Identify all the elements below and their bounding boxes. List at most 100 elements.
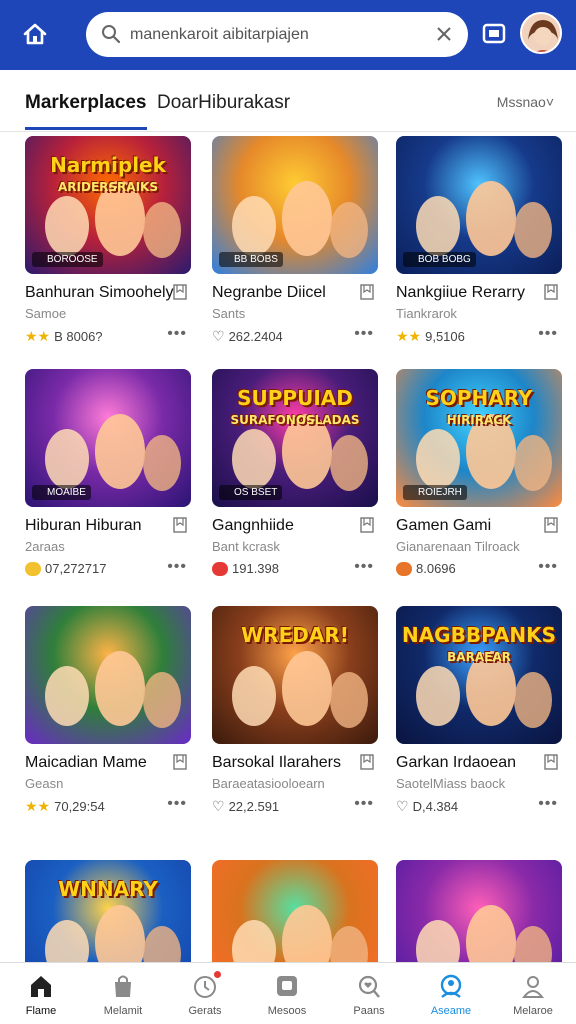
nav-label: Mesoos	[267, 1005, 307, 1017]
character-figure	[514, 672, 552, 728]
tab-entertainment[interactable]: DoarHiburakasr	[157, 92, 290, 114]
card-title[interactable]: Gangnhiide	[212, 517, 294, 535]
game-thumbnail[interactable]: MOAIBE	[25, 369, 191, 507]
nav-marketplace[interactable]: Melamit	[82, 963, 164, 1024]
nav-home[interactable]: Flame	[0, 963, 82, 1024]
star-icon: ★★	[25, 798, 51, 814]
sort-dropdown[interactable]: Mssnao˅	[497, 94, 554, 110]
character-figure	[45, 429, 89, 489]
character-figure	[330, 435, 368, 491]
thumbnail-badge: BOROOSE	[32, 252, 103, 267]
more-options-icon[interactable]: •••	[167, 325, 187, 343]
card-rating: ★★ 9,5106	[396, 328, 465, 345]
game-card[interactable]: SUPPUIAD SURAFONOSLADAS OS BSET Gangnhii…	[212, 369, 378, 576]
game-card[interactable]: BB BOBS Negranbe Diicel Sants ♡ 262.2404 …	[212, 136, 378, 344]
cast-icon[interactable]	[480, 20, 508, 48]
character-figure	[330, 202, 368, 258]
thumbnail-badge: BB BOBS	[219, 252, 283, 267]
nav-community[interactable]: Aseame	[410, 963, 492, 1024]
character-figure	[416, 666, 460, 726]
game-thumbnail[interactable]: SOPHARY HIRIRACK ROIEJRH	[396, 369, 562, 507]
game-card[interactable]: BOB BOBG Nankgiiue Rerarry Tiankrarok ★★…	[396, 136, 562, 344]
clear-search-icon[interactable]	[434, 24, 454, 44]
card-title[interactable]: Garkan Irdaoean	[396, 754, 516, 772]
game-thumbnail[interactable]: BOB BOBG	[396, 136, 562, 274]
more-options-icon[interactable]: •••	[167, 558, 187, 576]
game-thumbnail[interactable]	[25, 606, 191, 744]
rating-value: 07,272717	[45, 561, 107, 576]
rating-value: 70,29:54	[54, 799, 105, 814]
message-icon	[277, 976, 297, 996]
user-avatar[interactable]	[520, 12, 562, 54]
game-thumbnail[interactable]: WREDAR!	[212, 606, 378, 744]
card-subtitle: Tiankrarok	[396, 306, 457, 321]
bookmark-icon[interactable]	[173, 517, 187, 533]
thumbnail-title: WNNARY	[58, 877, 158, 901]
more-options-icon[interactable]: •••	[354, 558, 374, 576]
character-figure	[143, 202, 181, 258]
more-options-icon[interactable]: •••	[354, 325, 374, 343]
heart-icon: ♡	[396, 798, 409, 814]
card-title[interactable]: Negranbe Diicel	[212, 284, 326, 302]
search-input[interactable]	[130, 20, 420, 49]
bookmark-icon[interactable]	[360, 284, 374, 300]
card-rating: 07,272717	[25, 561, 106, 576]
more-options-icon[interactable]: •••	[538, 795, 558, 813]
bookmark-icon[interactable]	[544, 754, 558, 770]
profile-icon	[521, 976, 545, 998]
game-card[interactable]: NAGBBPANKS BARAEAR Garkan Irdaoean Saote…	[396, 606, 562, 814]
game-card[interactable]: Narmiplek ARIDERSRAIKS BOROOSE Banhuran …	[25, 136, 191, 344]
character-figure	[143, 435, 181, 491]
game-thumbnail[interactable]: BB BOBS	[212, 136, 378, 274]
character-figure	[232, 429, 276, 489]
bookmark-icon[interactable]	[173, 754, 187, 770]
card-subtitle: Baraeatasiooloearn	[212, 776, 325, 791]
character-figure	[232, 196, 276, 256]
game-card[interactable]: SOPHARY HIRIRACK ROIEJRH Gamen Gami Gian…	[396, 369, 562, 576]
bookmark-icon[interactable]	[544, 517, 558, 533]
tab-marketplaces[interactable]: Markerplaces	[25, 92, 146, 114]
top-app-bar	[0, 0, 576, 70]
card-title[interactable]: Hiburan Hiburan	[25, 517, 142, 535]
nav-profile[interactable]: Melaroe	[492, 963, 574, 1024]
game-thumbnail[interactable]: NAGBBPANKS BARAEAR	[396, 606, 562, 744]
card-title[interactable]: Banhuran Simoohely	[25, 284, 174, 302]
card-subtitle: Samoe	[25, 306, 67, 321]
nav-messages[interactable]: Mesoos	[246, 963, 328, 1024]
game-thumbnail[interactable]: Narmiplek ARIDERSRAIKS BOROOSE	[25, 136, 191, 274]
card-subtitle: Gianarenaan Tilroack	[396, 539, 520, 554]
nav-search[interactable]: Paans	[328, 963, 410, 1024]
home-button[interactable]	[18, 17, 52, 51]
game-card[interactable]: MOAIBE Hiburan Hiburan 2araas 07,272717 …	[25, 369, 191, 576]
more-options-icon[interactable]: •••	[167, 795, 187, 813]
bookmark-icon[interactable]	[173, 284, 187, 300]
avatar-image	[522, 14, 560, 52]
search-heart-icon	[358, 975, 380, 998]
search-icon	[102, 25, 121, 44]
nav-label: Melaroe	[513, 1005, 553, 1017]
more-options-icon[interactable]: •••	[354, 795, 374, 813]
bookmark-icon[interactable]	[360, 517, 374, 533]
game-thumbnail[interactable]: SUPPUIAD SURAFONOSLADAS OS BSET	[212, 369, 378, 507]
rating-value: D,4.384	[412, 799, 459, 814]
game-card[interactable]: Maicadian Mame Geasn ★★ 70,29:54 •••	[25, 606, 191, 814]
more-options-icon[interactable]: •••	[538, 558, 558, 576]
game-card[interactable]: WREDAR! Barsokal Ilarahers Baraeatasiool…	[212, 606, 378, 814]
bookmark-icon[interactable]	[544, 284, 558, 300]
card-subtitle: SaotelMiass baock	[396, 776, 506, 791]
nav-activity[interactable]: Gerats	[164, 963, 246, 1024]
star-icon: ★★	[396, 328, 422, 344]
more-options-icon[interactable]: •••	[538, 325, 558, 343]
search-bar[interactable]	[86, 12, 468, 57]
character-figure	[45, 196, 89, 256]
character-figure	[143, 672, 181, 728]
card-title[interactable]: Maicadian Mame	[25, 754, 147, 772]
card-title[interactable]: Gamen Gami	[396, 517, 491, 535]
card-title[interactable]: Nankgiiue Rerarry	[396, 284, 525, 302]
character-figure	[95, 414, 145, 489]
bookmark-icon[interactable]	[360, 754, 374, 770]
bottom-navigation: Flame Melamit Gerats Mesoos Paans Aseame…	[0, 962, 576, 1024]
thumbnail-title: NAGBBPANKS BARAEAR	[401, 623, 557, 664]
card-rating: 191.398	[212, 561, 279, 576]
card-title[interactable]: Barsokal Ilarahers	[212, 754, 341, 772]
